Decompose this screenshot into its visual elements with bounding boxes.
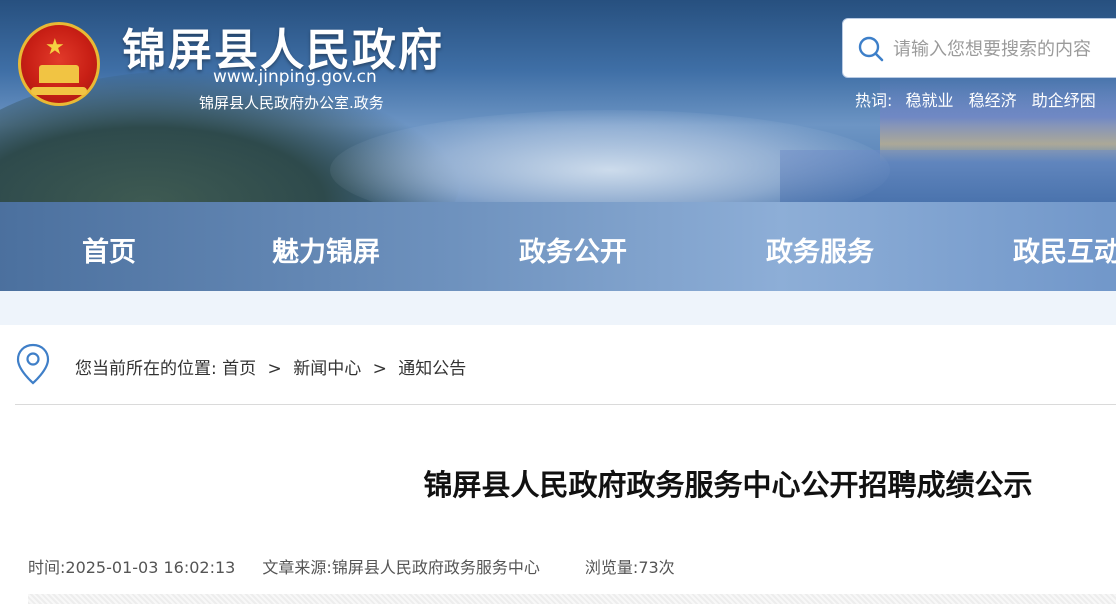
breadcrumb-home[interactable]: 首页 <box>222 359 256 379</box>
article-source: 文章来源:锦屏县人民政府政务服务中心 <box>262 558 540 577</box>
banner-river <box>780 150 1116 202</box>
nav-item-home[interactable]: 首页 <box>82 230 136 269</box>
hot-word-link[interactable]: 稳就业 <box>906 91 954 110</box>
hot-words: 热词: 稳就业 稳经济 助企纾困 <box>855 87 1106 111</box>
hot-words-label: 热词: <box>855 91 893 110</box>
banner-bridge <box>880 72 1116 162</box>
nav-item-charm-jinping[interactable]: 魅力锦屏 <box>272 230 380 269</box>
article-time: 时间:2025-01-03 16:02:13 <box>28 558 236 577</box>
search-icon[interactable] <box>857 35 885 63</box>
breadcrumb-notices[interactable]: 通知公告 <box>398 359 466 379</box>
breadcrumb-separator: > <box>372 359 387 379</box>
nav-item-interaction[interactable]: 政民互动 <box>1013 230 1116 269</box>
nav-item-government-services[interactable]: 政务服务 <box>766 230 874 269</box>
breadcrumb-separator: > <box>267 359 282 379</box>
nav-stripe <box>0 291 1116 325</box>
breadcrumb-trail: 您当前所在的位置: 首页 > 新闻中心 > 通知公告 <box>75 354 466 379</box>
site-url: www.jinping.gov.cn <box>213 67 377 87</box>
main-nav: 首页 魅力锦屏 政务公开 政务服务 政民互动 <box>0 202 1116 291</box>
hot-word-link[interactable]: 稳经济 <box>969 91 1017 110</box>
header-banner: ★ 锦屏县人民政府 www.jinping.gov.cn 锦屏县人民政府办公室.… <box>0 0 1116 202</box>
breadcrumb: 您当前所在的位置: 首页 > 新闻中心 > 通知公告 <box>15 340 1116 405</box>
nav-item-government-affairs[interactable]: 政务公开 <box>519 230 627 269</box>
article-meta: 时间:2025-01-03 16:02:13 文章来源:锦屏县人民政府政务服务中… <box>28 554 697 578</box>
breadcrumb-prefix: 您当前所在的位置: <box>75 359 217 379</box>
search-input[interactable] <box>891 33 1116 65</box>
search-box[interactable] <box>842 18 1116 78</box>
article-views: 浏览量:73次 <box>584 558 675 577</box>
content-divider <box>28 594 1116 604</box>
location-pin-icon <box>16 343 50 385</box>
site-office: 锦屏县人民政府办公室.政务 <box>199 94 384 112</box>
article-title: 锦屏县人民政府政务服务中心公开招聘成绩公示 <box>423 468 1033 502</box>
national-emblem-icon: ★ <box>18 22 100 106</box>
hot-word-link[interactable]: 助企纾困 <box>1032 91 1096 110</box>
breadcrumb-news-center[interactable]: 新闻中心 <box>293 359 361 379</box>
